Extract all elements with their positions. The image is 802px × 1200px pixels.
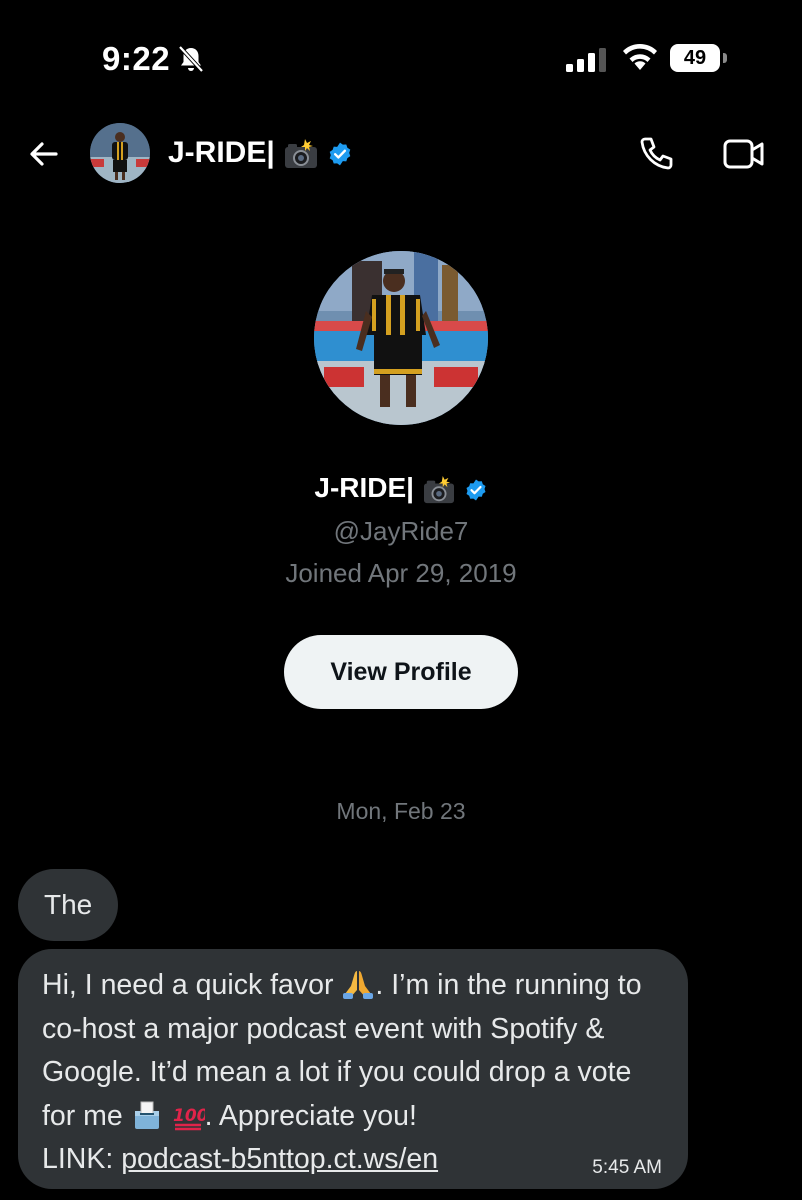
header-contact-name[interactable]: J-RIDE|	[168, 136, 353, 170]
profile-handle: @JayRide7	[333, 516, 469, 546]
message-text-part: . Appreciate you!	[204, 1099, 417, 1132]
battery-tip	[723, 53, 727, 63]
status-time: 9:22	[102, 40, 171, 77]
message-text-part: Hi, I need a quick favor	[42, 969, 342, 1001]
message-link[interactable]: podcast-b5nttop.ct.ws/en	[121, 1143, 438, 1175]
folded-hands-icon	[343, 971, 374, 999]
view-profile-button[interactable]: View Profile	[284, 635, 518, 709]
svg-text:100: 100	[173, 1106, 205, 1126]
video-camera-icon[interactable]	[722, 136, 766, 172]
wifi-icon	[623, 43, 657, 70]
message-text: Hi, I need a quick favor . I’m in the ru…	[42, 964, 672, 1182]
header-avatar[interactable]	[90, 123, 150, 183]
ballot-box-icon	[134, 1101, 159, 1129]
profile-avatar[interactable]	[314, 251, 488, 425]
profile-name: J-RIDE|	[0, 472, 802, 505]
camera-with-flash-icon	[423, 475, 454, 503]
profile-name-text: J-RIDE|	[314, 472, 415, 503]
camera-with-flash-icon	[285, 139, 318, 169]
cellular-signal-icon	[566, 48, 606, 72]
message-link-prefix: LINK:	[42, 1143, 122, 1175]
phone-icon[interactable]	[636, 134, 676, 174]
message-bubble[interactable]: Hi, I need a quick favor . I’m in the ru…	[18, 949, 688, 1189]
avatar-photo	[90, 123, 150, 183]
bell-muted-icon	[178, 45, 204, 73]
message-timestamp: 5:45 AM	[592, 1157, 662, 1178]
message-bubble[interactable]: The	[18, 869, 119, 941]
verified-badge-icon	[466, 479, 486, 501]
battery-level: 49	[670, 44, 720, 72]
battery-indicator: 49	[670, 44, 730, 72]
date-separator: Mon, Feb 23	[336, 798, 466, 824]
hundred-points-icon: 100	[173, 1106, 205, 1130]
message-text: The	[44, 889, 93, 920]
profile-joined-date: Joined Apr 29, 2019	[285, 558, 517, 588]
header-name-text: J-RIDE|	[168, 136, 275, 169]
arrow-left-icon[interactable]	[26, 136, 62, 172]
verified-badge-icon	[330, 142, 351, 166]
profile-photo	[314, 251, 488, 425]
